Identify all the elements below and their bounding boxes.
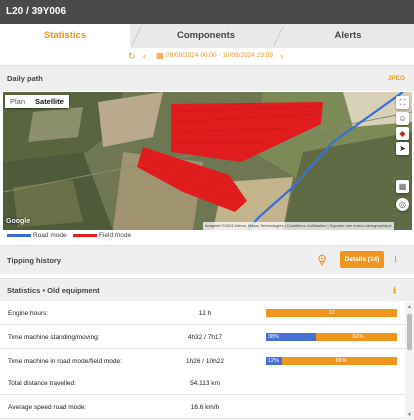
chevron-left-icon[interactable]: ‹ — [143, 50, 146, 62]
bar-segment-label: 38% — [268, 334, 280, 340]
scrollbar[interactable]: ▲ ▼ — [405, 302, 414, 420]
stat-label: Average speed road mode: — [8, 404, 87, 411]
stat-bar: 12% 88% — [266, 357, 397, 365]
scroll-down-icon[interactable]: ▼ — [407, 412, 412, 418]
fullscreen-icon[interactable]: ⛶ — [396, 96, 409, 109]
details-button[interactable]: Details (14) — [340, 251, 384, 268]
scroll-up-icon[interactable]: ▲ — [407, 304, 412, 310]
daily-path-map[interactable]: Plan Satellite ⛶ ☺ ◆ ➤ ▦ ◎ Google Imager… — [3, 92, 412, 230]
stat-value: 16.6 km/h — [190, 404, 220, 411]
statistics-subtitle: Old equipment — [47, 286, 100, 295]
bar-segment-label: 88% — [335, 358, 347, 364]
download-icon[interactable]: ⭳ — [394, 254, 397, 264]
window-title: L20 / 39Y006 — [0, 0, 414, 24]
stat-value: 4h32 / 7h17 — [187, 334, 223, 341]
tipping-history-title: Tipping history — [7, 256, 62, 265]
stat-label: Total distance travelled: — [8, 380, 76, 387]
layers-icon[interactable]: ▦ — [396, 180, 409, 193]
download-icon[interactable]: ⭳ — [393, 285, 396, 295]
stat-label: Engine hours: — [8, 310, 49, 317]
bar-segment-label: 12% — [268, 358, 280, 364]
tab-bar: Statistics Components Alerts — [0, 24, 414, 48]
stat-bar: 12 — [266, 309, 397, 317]
map-attribution[interactable]: Imagerie ©2024 Airbus, Maxar Technologie… — [203, 222, 394, 230]
daily-path-title: Daily path — [7, 74, 43, 83]
locate-icon[interactable]: ➤ — [396, 142, 409, 155]
road-mode-label: Road mode — [33, 232, 67, 239]
map-type-toggle: Plan Satellite — [5, 95, 69, 108]
table-row: Total distance travelled: 54.113 km — [0, 372, 405, 395]
scrollbar-thumb[interactable] — [407, 314, 412, 350]
date-range-bar: ↻ ‹ ▦ 09/09/2024 00:00 - 10/09/2024 23:5… — [0, 48, 414, 64]
stat-label: Time machine in road mode/field mode: — [8, 358, 122, 365]
table-row: Engine hours: 12 h 12 — [0, 302, 405, 325]
tab-statistics[interactable]: Statistics — [0, 24, 130, 48]
compass-icon[interactable]: ◆ — [396, 127, 409, 140]
location-pin-icon[interactable]: ◎ — [396, 198, 409, 211]
refresh-icon[interactable]: ↻ — [128, 50, 136, 62]
map-type-plan[interactable]: Plan — [5, 95, 30, 108]
table-row: Time machine in road mode/field mode: 1h… — [0, 350, 405, 373]
stat-label: Time machine standing/moving: — [8, 334, 100, 341]
stat-bar: 38% 62% — [266, 333, 397, 341]
bar-segment-label: 12 — [328, 310, 335, 316]
calendar-icon[interactable]: ▦ — [156, 50, 164, 62]
stat-value: 54.113 km — [190, 380, 220, 387]
stat-value: 12 h — [198, 310, 212, 317]
google-logo: Google — [6, 218, 31, 225]
stat-value: 1h26 / 10h22 — [186, 358, 224, 365]
daily-path-header: Daily path JPEG — [0, 65, 414, 91]
statistics-header: Statistics • Old equipment ⭳ — [0, 278, 414, 301]
bar-segment-label: 62% — [352, 334, 364, 340]
tab-components[interactable]: Components — [140, 24, 272, 48]
table-row: Average speed road mode: 16.6 km/h — [0, 396, 405, 419]
map-type-satellite[interactable]: Satellite — [30, 95, 69, 108]
statistics-title: Statistics — [7, 286, 41, 295]
pegman-icon[interactable]: ☺ — [396, 112, 409, 125]
location-pin-icon[interactable] — [316, 254, 328, 266]
chevron-right-icon[interactable]: › — [280, 50, 283, 62]
date-range-label[interactable]: 09/09/2024 00:00 - 10/09/2024 23:59 — [166, 51, 273, 61]
jpeg-export-button[interactable]: JPEG — [388, 75, 405, 82]
road-mode-swatch — [7, 234, 31, 237]
field-mode-label: Field mode — [99, 232, 132, 239]
table-row: Time machine standing/moving: 4h32 / 7h1… — [0, 326, 405, 349]
tab-alerts[interactable]: Alerts — [282, 24, 414, 48]
field-mode-swatch — [73, 234, 97, 237]
satellite-imagery — [3, 92, 412, 230]
